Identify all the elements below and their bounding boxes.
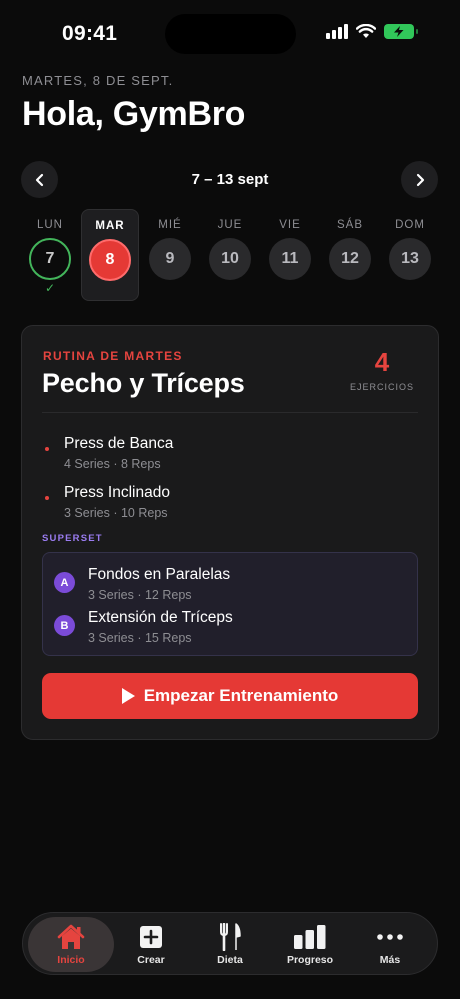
exercise-meta: 4 Series · 8 Reps <box>64 457 161 471</box>
day-number: 7 <box>29 238 71 280</box>
fork-knife-icon <box>220 923 241 951</box>
status-bar: 09:41 <box>0 0 460 64</box>
bottom-tab-bar: Inicio Crear Dieta Progreso Más <box>22 912 438 975</box>
day-number: 12 <box>329 238 371 280</box>
day-number: 11 <box>269 238 311 280</box>
tab-crear[interactable]: Crear <box>108 917 194 972</box>
page-title: Hola, GymBro <box>22 95 246 133</box>
divider <box>42 412 418 413</box>
superset-badge: B <box>54 615 75 636</box>
status-time: 09:41 <box>62 22 118 45</box>
next-week-button[interactable] <box>401 161 438 198</box>
bullet-dot <box>45 447 49 451</box>
day-wednesday[interactable]: MIÉ 9 <box>142 209 198 301</box>
start-workout-button[interactable]: Empezar Entrenamiento <box>42 673 418 719</box>
exercise-meta: 3 Series · 15 Reps <box>88 631 192 645</box>
exercise-count-label: EJERCICIOS <box>349 382 414 392</box>
tab-label: Inicio <box>57 954 85 966</box>
home-icon <box>57 924 85 949</box>
day-label: LUN <box>36 219 63 231</box>
day-sunday[interactable]: DOM 13 <box>382 209 438 301</box>
play-icon <box>121 688 135 704</box>
day-label: MIÉ <box>158 219 182 231</box>
plus-square-icon <box>140 926 162 948</box>
day-number: 13 <box>389 238 431 280</box>
battery-charging-icon <box>384 24 418 39</box>
exercise-meta: 3 Series · 10 Reps <box>64 506 168 520</box>
day-label: JUE <box>217 219 243 231</box>
tab-progreso[interactable]: Progreso <box>267 917 353 972</box>
check-icon: ✓ <box>44 281 56 295</box>
day-label: VIE <box>279 219 301 231</box>
tab-label: Más <box>379 954 401 966</box>
more-icon <box>377 934 403 940</box>
superset-label: SUPERSET <box>42 533 103 544</box>
week-range-label: 7 – 13 sept <box>191 171 269 188</box>
week-day-selector: LUN 7 ✓ MAR 8 MIÉ 9 JUE 10 VIE 11 SÁB 12… <box>0 209 460 301</box>
exercise-name: Press de Banca <box>64 435 174 452</box>
routine-tag: RUTINA DE MARTES <box>43 349 183 363</box>
routine-card[interactable]: RUTINA DE MARTES Pecho y Tríceps 4 EJERC… <box>21 325 439 740</box>
cellular-signal-icon <box>326 24 348 39</box>
day-number: 8 <box>89 239 131 281</box>
exercise-count-number: 4 <box>374 347 390 377</box>
day-tuesday[interactable]: MAR 8 <box>81 209 139 301</box>
tab-label: Crear <box>137 954 165 966</box>
exercise-count: 4 EJERCICIOS <box>347 348 417 392</box>
day-label: DOM <box>395 219 425 231</box>
chevron-right-icon <box>416 173 424 186</box>
tab-mas[interactable]: Más <box>347 917 433 972</box>
superset-group: A Fondos en Paralelas 3 Series · 12 Reps… <box>42 552 418 656</box>
wifi-icon <box>356 24 376 38</box>
day-thursday[interactable]: JUE 10 <box>202 209 258 301</box>
bullet-dot <box>45 496 49 500</box>
day-friday[interactable]: VIE 11 <box>262 209 318 301</box>
day-label: SÁB <box>336 219 363 231</box>
tab-label: Dieta <box>217 954 243 966</box>
day-label: MAR <box>95 220 125 232</box>
superset-badge: A <box>54 572 75 593</box>
day-number: 10 <box>209 238 251 280</box>
tab-inicio[interactable]: Inicio <box>28 917 114 972</box>
tab-label: Progreso <box>286 954 334 966</box>
start-workout-label: Empezar Entrenamiento <box>143 686 339 705</box>
exercise-meta: 3 Series · 12 Reps <box>88 588 192 602</box>
routine-title: Pecho y Tríceps <box>42 368 245 398</box>
exercise-name: Fondos en Paralelas <box>88 566 231 583</box>
day-monday[interactable]: LUN 7 ✓ <box>22 209 78 301</box>
tab-dieta[interactable]: Dieta <box>187 917 273 972</box>
bar-chart-icon <box>294 925 326 949</box>
day-saturday[interactable]: SÁB 12 <box>322 209 378 301</box>
current-date: MARTES, 8 DE SEPT. <box>22 73 174 88</box>
status-icons <box>326 24 418 39</box>
exercise-name: Press Inclinado <box>64 484 170 501</box>
day-number: 9 <box>149 238 191 280</box>
exercise-name: Extensión de Tríceps <box>88 609 233 626</box>
dynamic-island <box>165 14 296 54</box>
